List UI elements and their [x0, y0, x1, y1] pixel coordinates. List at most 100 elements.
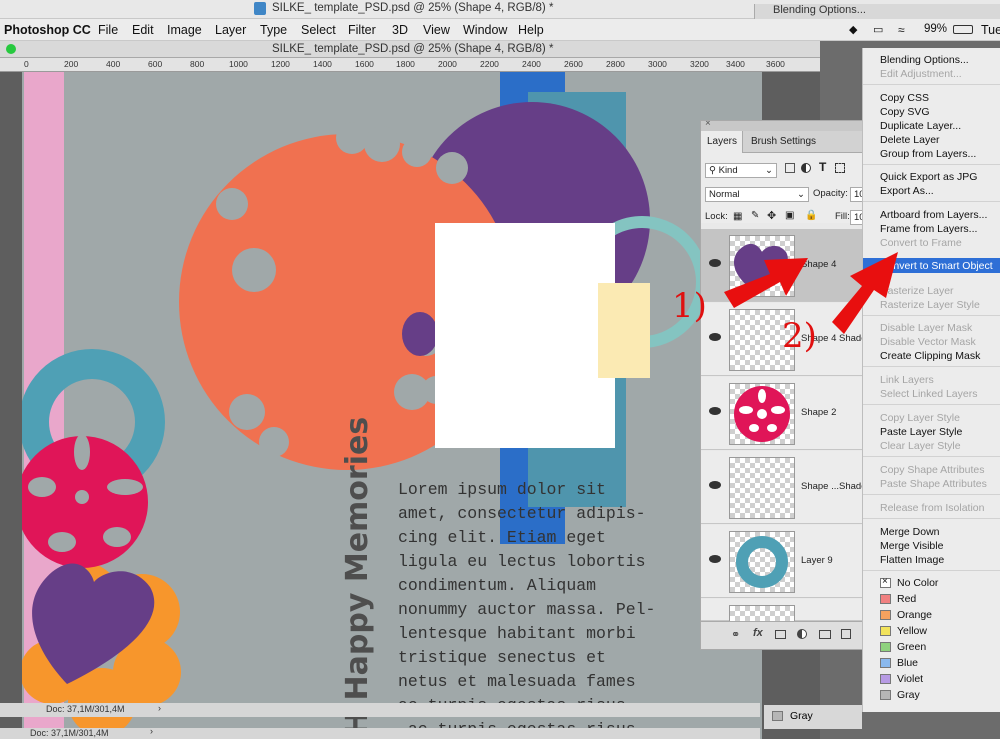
- new-layer-icon[interactable]: [841, 629, 851, 639]
- kind-filter-select[interactable]: ⚲ Kind ⌄: [705, 163, 777, 178]
- dropbox-icon[interactable]: ◆: [849, 23, 857, 36]
- tab-brush-settings[interactable]: Brush Settings: [751, 136, 816, 147]
- zoom-window-icon[interactable]: [6, 44, 16, 54]
- adjustment-filter-icon[interactable]: [801, 163, 811, 173]
- menu-3d[interactable]: 3D: [392, 23, 408, 37]
- layer-row-shape-2[interactable]: Shape 2: [701, 377, 863, 450]
- color-violet[interactable]: Violet: [897, 673, 923, 685]
- close-icon[interactable]: ×: [705, 121, 711, 129]
- color-no-color[interactable]: No Color: [897, 577, 938, 589]
- visibility-eye-icon[interactable]: [709, 481, 721, 489]
- shape-filter-icon[interactable]: [835, 163, 845, 173]
- menu-item-paste-shape-attributes: Paste Shape Attributes: [880, 478, 987, 490]
- menu-item-copy-svg[interactable]: Copy SVG: [880, 106, 930, 118]
- menu-item-artboard-from-layers[interactable]: Artboard from Layers...: [880, 209, 987, 221]
- menu-bar: Photoshop CC File Edit Image Layer Type …: [0, 19, 1000, 41]
- menu-image[interactable]: Image: [167, 23, 202, 37]
- color-yellow[interactable]: Yellow: [897, 625, 927, 637]
- menu-edit[interactable]: Edit: [132, 23, 154, 37]
- menu-help[interactable]: Help: [518, 23, 544, 37]
- menu-item-group-from-layers[interactable]: Group from Layers...: [880, 148, 976, 160]
- horizontal-ruler[interactable]: 0 200 400 600 800 1000 1200 1400 1600 18…: [0, 58, 820, 72]
- menu-item-merge-visible[interactable]: Merge Visible: [880, 540, 943, 552]
- layer-row-layer-9[interactable]: Layer 9: [701, 525, 863, 598]
- ruler-tick: 800: [190, 59, 205, 69]
- ruler-tick: 3400: [726, 59, 745, 69]
- document-canvas[interactable]: H Happy Memories Lorem ipsum dolor sit a…: [22, 72, 762, 739]
- menu-item-duplicate-layer[interactable]: Duplicate Layer...: [880, 120, 961, 132]
- menu-view[interactable]: View: [423, 23, 450, 37]
- menu-item-quick-export[interactable]: Quick Export as JPG: [880, 171, 977, 183]
- blend-mode-select[interactable]: Normal ⌄: [705, 187, 809, 202]
- ruler-tick: 2600: [564, 59, 583, 69]
- folder-icon[interactable]: [819, 630, 831, 639]
- visibility-eye-icon[interactable]: [709, 333, 721, 341]
- lock-pixels-icon[interactable]: ✎: [751, 210, 759, 221]
- battery-icon[interactable]: [953, 25, 973, 34]
- menu-item-create-clipping-mask[interactable]: Create Clipping Mask: [880, 350, 980, 362]
- menu-layer[interactable]: Layer: [215, 23, 246, 37]
- window-title: SILKE_ template_PSD.psd @ 25% (Shape 4, …: [272, 2, 554, 14]
- document-tab[interactable]: SILKE_ template_PSD.psd @ 25% (Shape 4, …: [272, 43, 553, 55]
- battery-percent: 99%: [924, 23, 948, 35]
- psd-file-icon: [254, 2, 266, 15]
- visibility-eye-icon[interactable]: [709, 407, 721, 415]
- panel-header: ×: [701, 121, 863, 131]
- airplay-icon[interactable]: ▭: [873, 23, 883, 36]
- app-menu[interactable]: Photoshop CC: [4, 23, 91, 37]
- adjustment-icon[interactable]: [797, 629, 807, 639]
- layer-name[interactable]: Layer 9: [801, 555, 833, 566]
- menu-item-flatten-image[interactable]: Flatten Image: [880, 554, 944, 566]
- mask-icon[interactable]: [775, 630, 786, 639]
- screen: { "window_title": "SILKE_ template_PSD.p…: [0, 0, 1000, 739]
- menu-item-frame-from-layers[interactable]: Frame from Layers...: [880, 223, 977, 235]
- behind-color-row: Gray: [764, 705, 862, 729]
- color-gray[interactable]: Gray: [897, 689, 920, 701]
- wifi-icon[interactable]: ≈: [898, 23, 905, 37]
- menu-window[interactable]: Window: [463, 23, 507, 37]
- layer-name[interactable]: Shape ...Shadow: [801, 481, 863, 492]
- color-red[interactable]: Red: [897, 593, 916, 605]
- menu-type[interactable]: Type: [260, 23, 287, 37]
- menu-select[interactable]: Select: [301, 23, 336, 37]
- canvas-area[interactable]: H Happy Memories Lorem ipsum dolor sit a…: [0, 72, 820, 739]
- menu-item-blending-options[interactable]: Blending Options...: [880, 54, 969, 66]
- menu-item-copy-layer-style: Copy Layer Style: [880, 412, 960, 424]
- lock-position-icon[interactable]: ✥: [767, 209, 776, 222]
- tab-layers[interactable]: Layers: [701, 131, 743, 153]
- lock-transparency-icon[interactable]: ▦: [733, 211, 742, 222]
- menu-item-paste-layer-style[interactable]: Paste Layer Style: [880, 426, 962, 438]
- layer-row[interactable]: [701, 599, 863, 623]
- status-bar: Doc: 37,1M/301,4M ›: [0, 703, 760, 717]
- menu-item-delete-layer[interactable]: Delete Layer: [880, 134, 940, 146]
- layer-row-shape-shadow[interactable]: Shape ...Shadow: [701, 451, 863, 524]
- layer-name[interactable]: Shape 2: [801, 407, 836, 418]
- type-filter-icon[interactable]: T: [819, 160, 826, 174]
- fill-label: Fill:: [835, 211, 850, 222]
- menu-item-export-as[interactable]: Export As...: [880, 185, 934, 197]
- fx-icon[interactable]: fx: [753, 627, 763, 639]
- lorem-body-text: Lorem ipsum dolor sit amet, consectetur …: [398, 480, 656, 739]
- menu-item-clear-layer-style: Clear Layer Style: [880, 440, 961, 452]
- layer-thumbnail: [729, 457, 795, 519]
- pixel-filter-icon[interactable]: [785, 163, 795, 173]
- link-icon[interactable]: ⚭: [731, 628, 740, 641]
- ruler-tick: 0: [24, 59, 29, 69]
- color-orange[interactable]: Orange: [897, 609, 932, 621]
- visibility-eye-icon[interactable]: [709, 259, 721, 267]
- visibility-eye-icon[interactable]: [709, 555, 721, 563]
- menu-filter[interactable]: Filter: [348, 23, 376, 37]
- menu-file[interactable]: File: [98, 23, 118, 37]
- panel-footer: ⚭ fx: [701, 621, 863, 649]
- behind-panel: Blending Options...: [754, 4, 1000, 19]
- lock-all-icon[interactable]: 🔒: [805, 210, 817, 221]
- status-arrow-icon[interactable]: ›: [150, 726, 153, 736]
- status-arrow-icon[interactable]: ›: [158, 703, 161, 713]
- lock-artboard-icon[interactable]: ▣: [785, 210, 794, 221]
- layer-context-menu: Blending Options... Edit Adjustment... C…: [862, 48, 1000, 712]
- menu-item-merge-down[interactable]: Merge Down: [880, 526, 940, 538]
- menu-item-copy-css[interactable]: Copy CSS: [880, 92, 929, 104]
- clock-day[interactable]: Tue: [981, 23, 1000, 37]
- color-blue[interactable]: Blue: [897, 657, 918, 669]
- color-green[interactable]: Green: [897, 641, 926, 653]
